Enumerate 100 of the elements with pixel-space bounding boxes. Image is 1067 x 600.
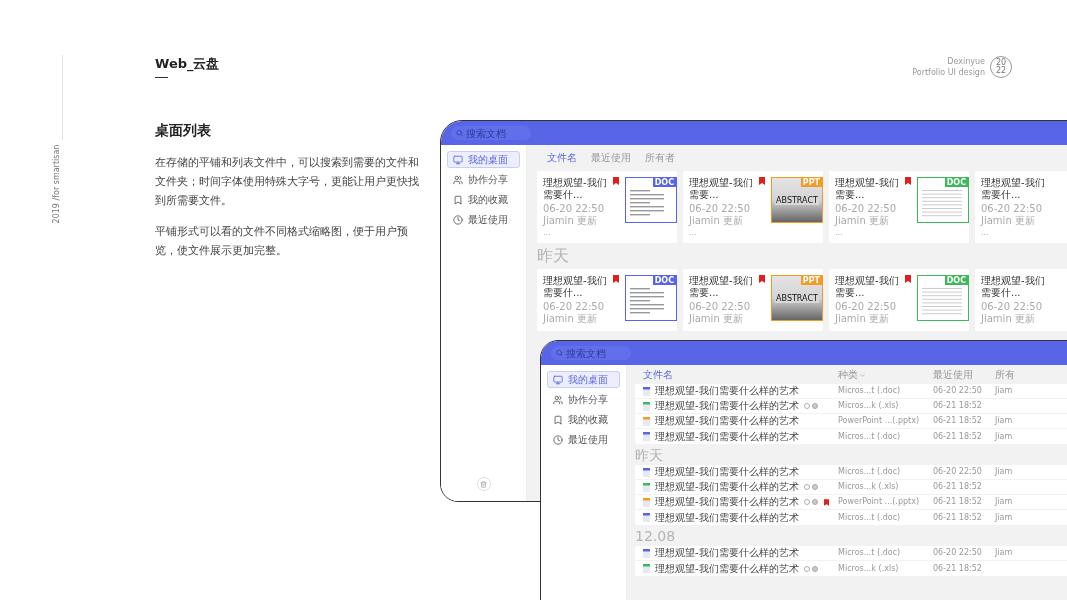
file-name: 理想观望-我们需要什么样的艺术	[655, 467, 799, 477]
people-icon	[453, 174, 463, 185]
sidebar-item[interactable]: 最近使用	[547, 431, 620, 448]
file-row[interactable]: 理想观望-我们需要什么样的艺术 Micros...t (.doc) 06-20 22:50 Jiam	[635, 465, 1067, 480]
date-heading: 12.08	[635, 528, 677, 544]
file-owner: Jiam	[995, 468, 1013, 476]
monitor-icon	[453, 154, 463, 165]
file-icon	[643, 401, 650, 411]
file-row[interactable]: 理想观望-我们需要什么样的艺术 PowerPoint ...(.pptx) 06-21 18:52 Jiam	[635, 495, 1067, 510]
file-date: 06-20 22:50 Jiamin 更新	[981, 203, 1044, 227]
file-title: 理想观望-我们需要什...	[981, 275, 1046, 299]
file-date: 06-21 18:52	[933, 513, 983, 522]
search-field[interactable]: 搜索文档	[551, 346, 631, 360]
file-title: 理想观望-我们需要什...	[543, 275, 608, 299]
file-date: 06-20 22:50	[933, 387, 983, 395]
slide-title: Web_云盘	[155, 56, 221, 72]
file-owner: Jiam	[995, 498, 1013, 506]
file-owner: Jiam	[995, 432, 1013, 441]
sidebar-item[interactable]: 我的收藏	[447, 191, 520, 208]
file-title: 理想观望-我们需要...	[689, 177, 754, 201]
file-name: 理想观望-我们需要什么样的艺术	[655, 497, 799, 507]
file-name: 理想观望-我们需要什么样的艺术	[655, 401, 799, 411]
file-date: 06-20 22:50 Jiamin 更新	[689, 203, 752, 227]
file-row[interactable]: 理想观望-我们需要什么样的艺术 Micros...k (.xls) 06-21 18:52	[635, 399, 1067, 414]
column-header[interactable]: 文件名	[643, 370, 838, 380]
file-type-badge: PPT	[800, 276, 822, 285]
file-date: 06-21 18:52	[933, 432, 983, 441]
file-row[interactable]: 理想观望-我们需要什么样的艺术 Micros...t (.doc) 06-21 18:52 Jiam	[635, 510, 1067, 525]
file-date: 06-20 22:50 Jiamin 更新	[835, 203, 898, 227]
file-row[interactable]: 理想观望-我们需要什么样的艺术 Micros...t (.doc) 06-21 18:52 Jiam	[635, 429, 1067, 444]
file-name: 理想观望-我们需要什么样的艺术	[655, 482, 799, 492]
file-name: 理想观望-我们需要什么样的艺术	[655, 431, 799, 442]
file-row[interactable]: 理想观望-我们需要什么样的艺术 Micros...t (.doc) 06-20 22:50 Jiam	[635, 546, 1067, 561]
file-row[interactable]: 理想观望-我们需要什么样的艺术 Micros...k (.xls) 06-21 18:52	[635, 480, 1067, 495]
file-title: 理想观望-我们需要...	[835, 177, 900, 201]
bookmark-icon	[453, 194, 463, 205]
file-date: 06-20 22:50 Jiamin 更新	[981, 301, 1044, 325]
file-card[interactable]: 理想观望-我们需要什... 06-20 22:50 Jiamin 更新 ...	[975, 171, 1067, 243]
file-type: PowerPoint ...(.pptx)	[838, 498, 921, 506]
bookmark-icon	[553, 414, 563, 425]
search-field[interactable]: 搜索文档	[451, 126, 531, 140]
file-date: 06-21 18:52	[933, 498, 983, 506]
file-card[interactable]: 理想观望-我们需要... 06-20 22:50 Jiamin 更新 DOC	[829, 269, 969, 331]
file-date: 06-20 22:50 Jiamin 更新	[543, 301, 606, 325]
date-heading: 昨天	[537, 246, 570, 266]
file-icon	[643, 513, 650, 522]
file-icon	[643, 416, 650, 426]
file-type: Micros...k (.xls)	[838, 483, 900, 491]
file-owner: Jiam	[995, 513, 1013, 522]
file-name: 理想观望-我们需要什么样的艺术	[655, 563, 799, 574]
file-date: 06-20 22:50 Jiamin 更新	[543, 203, 606, 227]
file-icon	[643, 482, 650, 492]
file-type-badge: DOC	[652, 178, 676, 187]
file-title: 理想观望-我们需要什...	[981, 177, 1046, 201]
file-type: Micros...k (.xls)	[838, 564, 900, 573]
file-row[interactable]: 理想观望-我们需要什么样的艺术 Micros...t (.doc) 06-20 22:50 Jiam	[635, 384, 1067, 399]
clock-icon	[453, 214, 463, 225]
file-owner: Jiam	[995, 417, 1013, 425]
people-icon	[553, 394, 563, 405]
description-paragraph: 在存储的平铺和列表文件中，可以搜索到需要的文件和文件夹；时间字体使用特殊大字号，更能让用户更快找到所需要文件。	[155, 155, 420, 209]
trash-icon	[480, 480, 487, 488]
file-title: 理想观望-我们需要...	[835, 275, 900, 299]
file-icon	[643, 432, 650, 441]
file-type: Micros...t (.doc)	[838, 387, 902, 395]
file-date: 06-21 18:52	[933, 564, 983, 573]
file-name: 理想观望-我们需要什么样的艺术	[655, 512, 799, 523]
brand-name: Dexinyue	[947, 56, 985, 67]
monitor-icon	[553, 374, 563, 385]
file-card[interactable]: 理想观望-我们需要... 06-20 22:50 Jiamin 更新 PPT ABSTRACT	[683, 269, 823, 331]
file-title: 理想观望-我们需要...	[689, 275, 754, 299]
file-card[interactable]: 理想观望-我们需要什... 06-20 22:50 Jiamin 更新	[975, 269, 1067, 331]
file-type: Micros...t (.doc)	[838, 549, 902, 557]
file-icon	[643, 386, 650, 396]
sidebar-item[interactable]: 我的收藏	[547, 411, 620, 428]
sidebar-item[interactable]: 我的桌面	[547, 371, 620, 388]
search-icon	[556, 349, 563, 357]
file-name: 理想观望-我们需要什么样的艺术	[655, 416, 799, 426]
file-card[interactable]: 理想观望-我们需要... 06-20 22:50 Jiamin 更新 ... DOC	[829, 171, 969, 243]
sidebar-item[interactable]: 协作分享	[547, 391, 620, 408]
file-icon	[643, 497, 650, 507]
file-type: Micros...k (.xls)	[838, 402, 900, 410]
file-type: Micros...t (.doc)	[838, 513, 902, 522]
file-type: PowerPoint ...(.pptx)	[838, 417, 921, 425]
file-card[interactable]: 理想观望-我们需要什... 06-20 22:50 Jiamin 更新 DOC	[537, 269, 677, 331]
sidebar-item[interactable]: 我的桌面	[447, 151, 520, 168]
sidebar-item[interactable]: 最近使用	[447, 211, 520, 228]
file-date: 06-21 18:52	[933, 417, 983, 425]
caret-icon	[859, 371, 866, 379]
file-row[interactable]: 理想观望-我们需要什么样的艺术 Micros...k (.xls) 06-21 18:52	[635, 561, 1067, 576]
file-row[interactable]: 理想观望-我们需要什么样的艺术 PowerPoint ...(.pptx) 06-21 18:52 Jiam	[635, 414, 1067, 429]
search-icon	[456, 129, 463, 137]
file-date: 06-20 22:50	[933, 468, 983, 476]
file-icon	[643, 564, 650, 573]
sidebar-item[interactable]: 协作分享	[447, 171, 520, 188]
file-owner: Jiam	[995, 387, 1013, 395]
date-heading: 昨天	[635, 447, 664, 463]
file-card[interactable]: 理想观望-我们需要什... 06-20 22:50 Jiamin 更新 ... DOC	[537, 171, 677, 243]
sort-tab[interactable]: 文件名	[547, 153, 577, 163]
vertical-caption: 2019 /for smartisan	[51, 144, 62, 224]
file-card[interactable]: 理想观望-我们需要... 06-20 22:50 Jiamin 更新 ... PPT ABSTRACT	[683, 171, 823, 243]
